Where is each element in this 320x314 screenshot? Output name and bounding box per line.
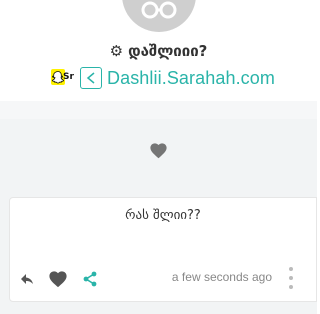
- snapchat-badge[interactable]: Sr: [49, 66, 75, 90]
- profile-name-row: ⚙ დაშლიიი?: [0, 40, 317, 62]
- header-divider: [0, 101, 317, 119]
- message-text: რას შლიი??: [125, 208, 201, 223]
- share-link-button[interactable]: [80, 67, 102, 89]
- heart-icon[interactable]: [149, 142, 168, 159]
- share-icon[interactable]: [82, 271, 98, 287]
- message-timestamp: a few seconds ago: [171, 270, 272, 284]
- snapchat-label: Sr: [63, 72, 74, 82]
- heart-icon[interactable]: [48, 270, 68, 288]
- glasses-icon: [141, 1, 177, 19]
- message-card: რას შლიი?? a few seconds ago: [9, 197, 317, 302]
- chevron-left-icon: [86, 72, 95, 84]
- profile-link[interactable]: Dashlii.Sarahah.com: [107, 68, 275, 89]
- profile-link-row: Sr Dashlii.Sarahah.com: [49, 66, 275, 90]
- more-options-icon[interactable]: [288, 267, 294, 289]
- avatar: [122, 0, 196, 32]
- reply-icon[interactable]: [20, 273, 34, 285]
- gear-icon[interactable]: ⚙: [110, 43, 123, 59]
- message-actions: [20, 270, 98, 288]
- profile-name: დაშლიიი?: [128, 42, 208, 60]
